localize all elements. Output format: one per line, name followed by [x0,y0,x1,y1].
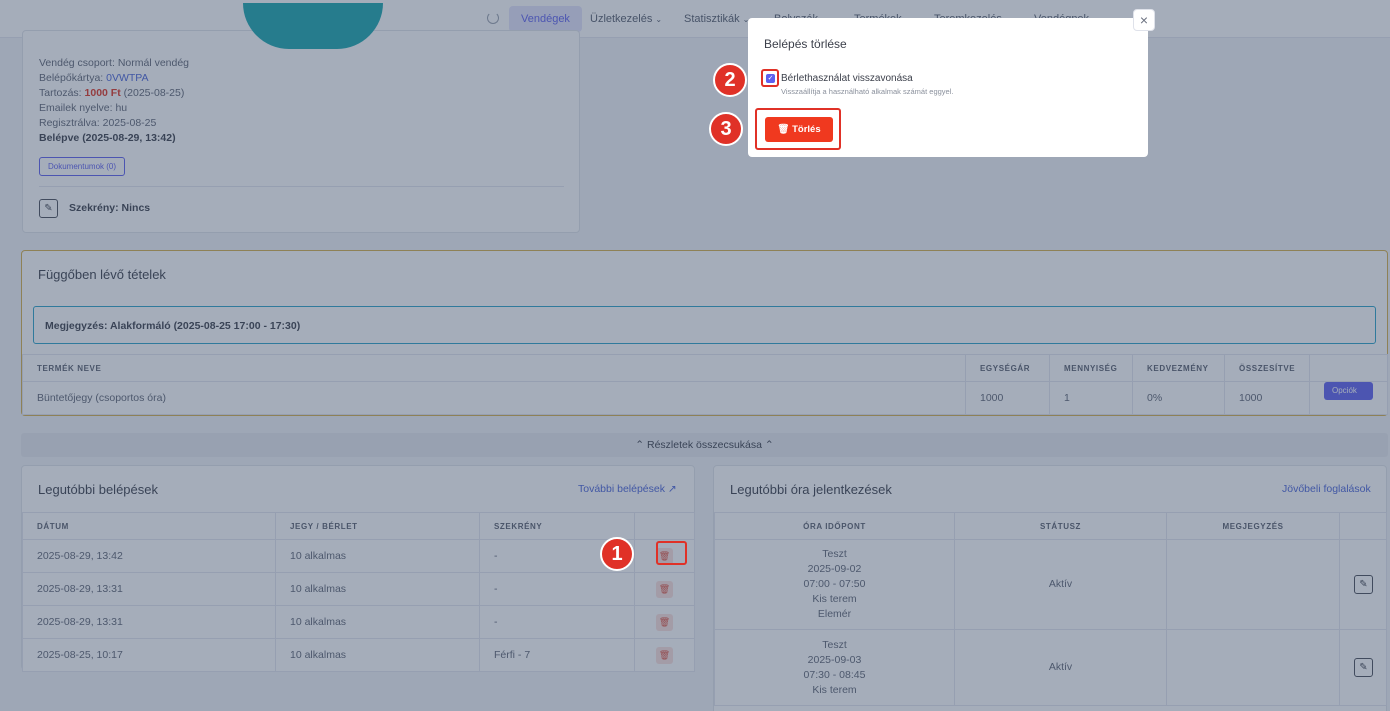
modal-backdrop[interactable] [0,0,1390,711]
delete-button-highlight: 🗑 Törlés [755,108,841,150]
modal-title: Belépés törlése [764,37,847,51]
revoke-pass-label[interactable]: Bérlethasználat visszavonása [781,73,913,84]
step-marker-3: 3 [709,112,743,146]
close-icon: × [1139,12,1149,28]
step-marker-1: 1 [600,537,634,571]
step-marker-2: 2 [713,63,747,97]
checkmark-icon: ✓ [766,74,775,83]
close-modal-button[interactable]: × [1133,9,1155,31]
revoke-pass-help: Visszaállítja a használható alkalmak szá… [781,87,954,96]
delete-entry-modal: Belépés törlése ✓ Bérlethasználat vissza… [748,18,1148,157]
delete-button[interactable]: 🗑 Törlés [765,117,833,142]
trash-icon: 🗑 [777,124,790,135]
highlighted-delete-entry-button[interactable] [656,541,687,565]
revoke-pass-checkbox[interactable]: ✓ [761,69,779,87]
